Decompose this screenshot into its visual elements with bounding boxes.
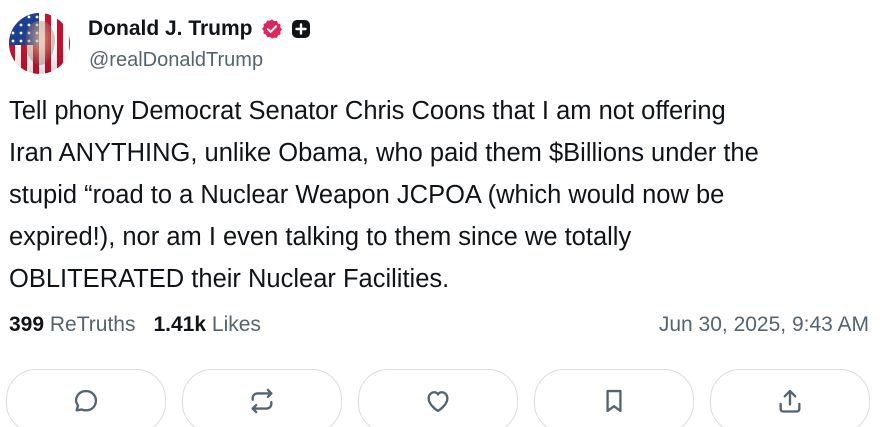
truth-plus-icon [291,20,310,38]
author-display-name[interactable]: Donald J. Trump [88,17,253,41]
author-handle[interactable]: @realDonaldTrump [89,49,263,72]
post-timestamp[interactable]: Jun 30, 2025, 9:43 AM [659,313,869,337]
likes-stat[interactable]: 1.41k Likes [153,313,260,337]
retruths-count: 399 [9,313,45,336]
retruths-stat[interactable]: 399 ReTruths [9,313,135,337]
avatar[interactable] [9,13,70,74]
retruths-label: ReTruths [49,313,136,336]
retruth-button[interactable] [182,369,342,427]
author-name-row: Donald J. Trump [88,15,311,43]
post-stats: 399 ReTruths 1.41k Likes [9,313,279,337]
likes-count: 1.41k [153,313,207,336]
share-button[interactable] [710,369,870,427]
bookmark-icon [606,389,622,413]
repost-icon [251,388,273,414]
verified-badge-icon [261,19,282,39]
comment-icon [74,389,98,412]
heart-icon [427,391,449,413]
reply-button[interactable] [6,369,166,427]
post-text: Tell phony Democrat Senator Chris Coons … [9,97,759,293]
bookmark-button[interactable] [534,369,694,427]
share-icon [779,389,801,413]
likes-label: Likes [211,313,261,336]
like-button[interactable] [358,369,518,427]
action-bar [6,369,886,427]
